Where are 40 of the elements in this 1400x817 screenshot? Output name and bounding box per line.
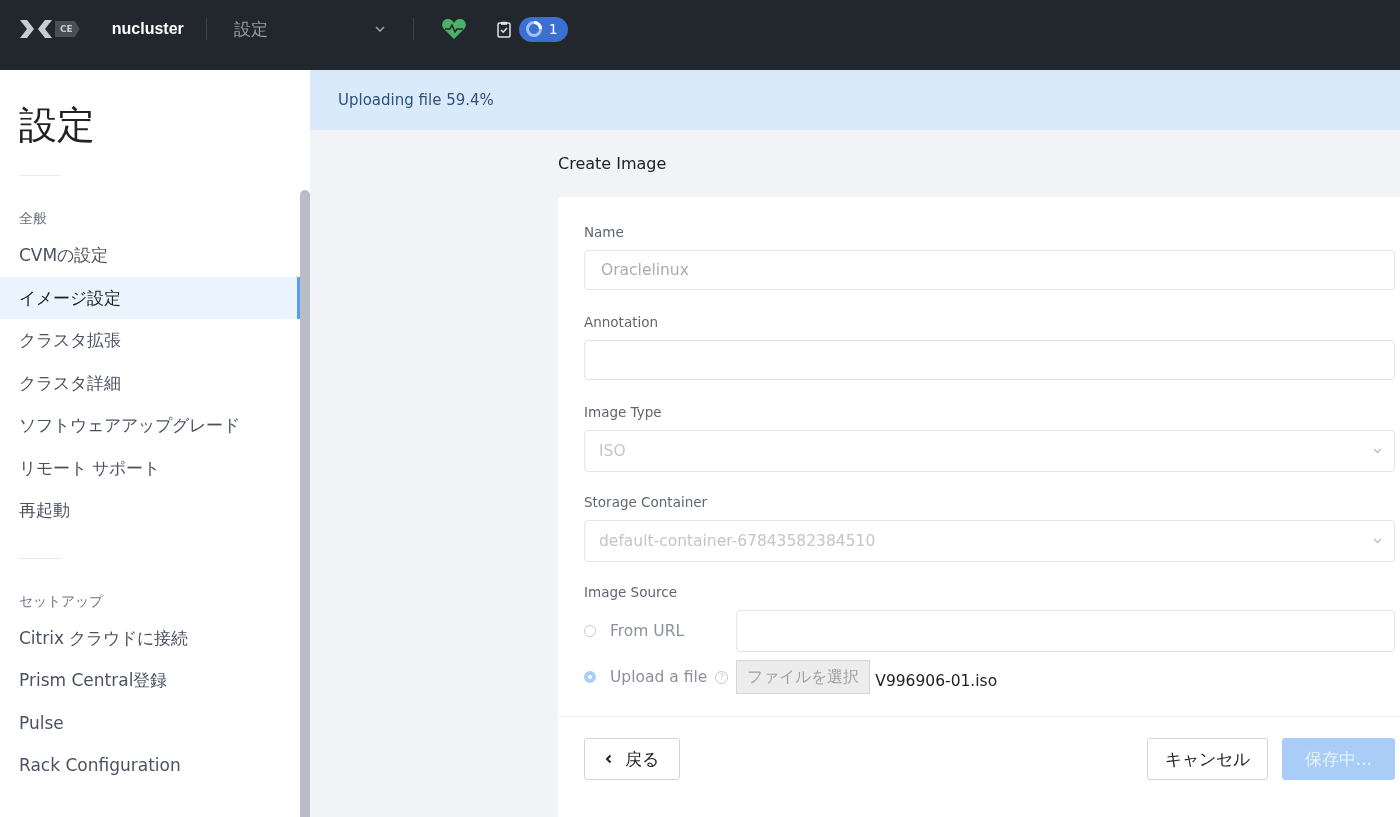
url-field[interactable] bbox=[736, 610, 1395, 652]
file-name: V996906-01.iso bbox=[875, 672, 998, 690]
field-label: Annotation bbox=[584, 313, 660, 332]
sidebar-title: 設定 bbox=[18, 102, 96, 149]
tasks-badge[interactable]: 1 bbox=[518, 16, 568, 42]
logo-icon bbox=[18, 18, 54, 40]
sidebar-item[interactable]: リモート サポート bbox=[0, 446, 300, 489]
sidebar-item[interactable]: Pulse bbox=[0, 701, 300, 744]
edition-badge: CE bbox=[55, 21, 80, 37]
chevron-down-icon bbox=[1373, 538, 1382, 544]
sidebar-item[interactable]: Prism Central登録 bbox=[0, 659, 300, 702]
health-heart-icon[interactable] bbox=[440, 18, 467, 40]
sidebar-item[interactable]: CVMの設定 bbox=[0, 234, 300, 277]
field-label: Storage Container bbox=[584, 493, 709, 512]
section-header: セットアップ bbox=[18, 591, 105, 611]
upload-status-text: Uploading file 59.4% bbox=[338, 91, 494, 109]
chevron-left-icon bbox=[605, 754, 612, 764]
field-label: Name bbox=[584, 223, 625, 242]
progress-ring-icon bbox=[524, 20, 543, 38]
form-title: Create Image bbox=[558, 153, 668, 175]
section-header: 全般 bbox=[18, 209, 48, 228]
field-label: Image Source bbox=[584, 583, 678, 602]
sidebar-item[interactable]: クラスタ詳細 bbox=[0, 361, 300, 404]
cancel-button[interactable]: キャンセル bbox=[1146, 738, 1268, 780]
sidebar-item[interactable]: Citrix クラウドに接続 bbox=[0, 616, 300, 659]
sidebar-item[interactable]: ソフトウェアアップグレード bbox=[0, 404, 300, 447]
chevron-down-icon bbox=[374, 26, 385, 32]
page-dropdown[interactable]: 設定 bbox=[220, 17, 391, 41]
sidebar-item[interactable]: イメージ設定 bbox=[0, 276, 300, 319]
scrollbar[interactable] bbox=[300, 190, 310, 817]
sidebar-item[interactable]: 再起動 bbox=[0, 489, 300, 532]
radio-button[interactable] bbox=[584, 671, 596, 683]
clipboard-check-icon[interactable] bbox=[496, 20, 511, 38]
chevron-down-icon bbox=[1373, 448, 1382, 454]
back-button[interactable]: 戻る bbox=[584, 738, 680, 780]
cluster-name[interactable]: nucluster bbox=[111, 20, 184, 38]
sidebar-item[interactable]: クラスタ拡張 bbox=[0, 319, 300, 362]
sidebar-item[interactable]: Rack Configuration bbox=[0, 744, 300, 787]
text-field[interactable] bbox=[584, 340, 1395, 380]
field-label: Image Type bbox=[584, 403, 663, 422]
